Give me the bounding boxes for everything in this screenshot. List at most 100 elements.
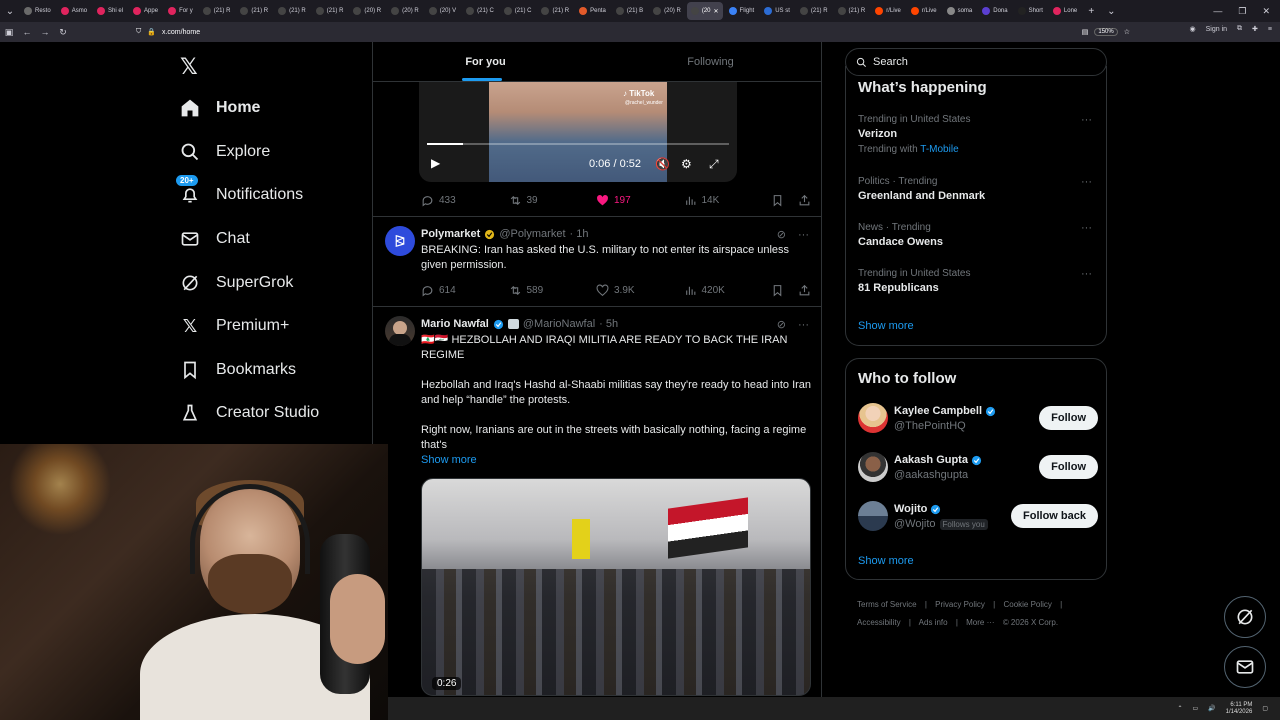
share-icon[interactable]	[798, 284, 811, 297]
puzzle-icon[interactable]: ✚	[1252, 25, 1258, 33]
browser-tab[interactable]: Asmo	[57, 2, 91, 20]
browser-tab[interactable]: US st	[760, 2, 794, 20]
show-more-link[interactable]: Show more	[421, 453, 813, 468]
repost-button[interactable]: 39	[509, 194, 597, 207]
close-icon[interactable]: ✕	[1262, 6, 1270, 17]
avatar[interactable]	[858, 452, 888, 482]
grok-fab-button[interactable]	[1224, 596, 1266, 638]
post-time[interactable]: · 5h	[599, 318, 618, 330]
browser-tab[interactable]: Dona	[978, 2, 1011, 20]
nav-item-home[interactable]: Home	[180, 96, 260, 120]
browser-tab[interactable]: Lone	[1049, 2, 1081, 20]
settings-icon[interactable]: ⚙	[681, 157, 692, 171]
footer-link[interactable]: Privacy Policy	[935, 600, 985, 609]
tab-overflow-icon[interactable]: ⌄	[1101, 6, 1121, 17]
account-icon[interactable]: ◉	[1190, 25, 1196, 33]
bookmark-icon[interactable]	[771, 284, 784, 297]
browser-tab[interactable]: Short	[1014, 2, 1047, 20]
grok-icon[interactable]: ⊘	[777, 318, 786, 331]
footer-link[interactable]: More ···	[966, 618, 994, 627]
nav-item-bookmarks[interactable]: Bookmarks	[180, 358, 296, 382]
avatar[interactable]	[858, 501, 888, 531]
address-bar[interactable]: ⛉ 🔒 x.com/home ▤ 150% ☆	[130, 25, 1130, 39]
author-name[interactable]: Polymarket	[421, 228, 480, 240]
browser-tab[interactable]: (21) R	[796, 2, 832, 20]
messages-fab-button[interactable]	[1224, 646, 1266, 688]
system-clock[interactable]: 6:11 PM 1/14/2026	[1226, 702, 1253, 716]
fullscreen-icon[interactable]: ⤢	[709, 157, 719, 172]
follow-suggestion[interactable]: Wojito @Wojito Follows you Follow back	[858, 501, 1098, 535]
play-icon[interactable]: ▶	[431, 156, 440, 170]
post-video[interactable]: 0:26	[421, 478, 811, 696]
footer-link[interactable]: Ads info	[919, 618, 948, 627]
star-icon[interactable]: ☆	[1124, 28, 1130, 36]
menu-icon[interactable]: ≡	[1268, 26, 1272, 33]
browser-tab[interactable]: (20 ✕	[686, 2, 723, 20]
more-options-icon[interactable]: ···	[1081, 222, 1092, 234]
like-button[interactable]: 3.9K	[596, 283, 684, 297]
browser-tab[interactable]: (21) R	[199, 2, 235, 20]
browser-tab[interactable]: Shi el	[93, 2, 127, 20]
browser-tab[interactable]: Penta	[575, 2, 610, 20]
new-tab-button[interactable]: +	[1081, 6, 1101, 17]
tab-for-you[interactable]: For you	[373, 42, 598, 81]
browser-tab[interactable]: (21) R	[834, 2, 870, 20]
like-button[interactable]: 197	[596, 194, 684, 207]
browser-tab[interactable]: (21) R	[312, 2, 348, 20]
browser-tab[interactable]: (21) R	[236, 2, 272, 20]
repost-button[interactable]: 589	[509, 284, 597, 297]
more-options-icon[interactable]: ···	[1081, 176, 1092, 188]
share-icon[interactable]	[798, 194, 811, 207]
more-options-icon[interactable]: ···	[1081, 114, 1092, 126]
browser-tab[interactable]: (21) R	[274, 2, 310, 20]
reader-icon[interactable]: ▤	[1082, 28, 1089, 36]
follow-back-button[interactable]: Follow back	[1011, 504, 1098, 528]
notification-center-icon[interactable]: ▢	[1262, 705, 1268, 712]
more-options-icon[interactable]: ···	[798, 319, 809, 331]
forward-icon[interactable]: →	[36, 27, 54, 37]
views-button[interactable]: 420K	[684, 284, 772, 297]
more-options-icon[interactable]: ···	[798, 229, 809, 241]
footer-link[interactable]: Accessibility	[857, 618, 901, 627]
browser-tab[interactable]: Flight	[725, 2, 759, 20]
grok-icon[interactable]: ⊘	[777, 228, 786, 241]
footer-link[interactable]: Terms of Service	[857, 600, 917, 609]
trend-item[interactable]: News · Trending Candace Owens ···	[858, 222, 1098, 248]
browser-tab[interactable]: (20) V	[425, 2, 460, 20]
browser-tab[interactable]: (21) R	[537, 2, 573, 20]
network-icon[interactable]: ▭	[1192, 705, 1198, 712]
reply-button[interactable]: 614	[421, 284, 509, 297]
bookmark-icon[interactable]	[771, 194, 784, 207]
follow-button[interactable]: Follow	[1039, 455, 1098, 479]
browser-tab[interactable]: (20) R	[349, 2, 385, 20]
browser-tab[interactable]: (21) B	[612, 2, 647, 20]
x-logo[interactable]: 𝕏	[180, 54, 198, 80]
reload-icon[interactable]: ↻	[54, 27, 72, 38]
volume-icon[interactable]: 🔊	[1208, 705, 1215, 712]
tiktok-video[interactable]: ♪ TikTok @rachel_wunder ▶ 0:06 / 0:52 🔇 …	[419, 82, 737, 182]
browser-tab[interactable]: For y	[164, 2, 197, 20]
trend-item[interactable]: Trending in United States 81 Republicans…	[858, 268, 1098, 294]
browser-tab[interactable]: r/Live	[907, 2, 941, 20]
maximize-icon[interactable]: ❐	[1238, 6, 1246, 17]
avatar[interactable]	[385, 226, 415, 256]
trend-item[interactable]: Politics · Trending Greenland and Denmar…	[858, 176, 1098, 202]
back-icon[interactable]: ←	[18, 27, 36, 37]
author-handle[interactable]: @Polymarket	[499, 228, 565, 240]
avatar[interactable]	[385, 316, 415, 346]
nav-item-creator-studio[interactable]: Creator Studio	[180, 401, 319, 425]
nav-item-chat[interactable]: Chat	[180, 227, 250, 251]
browser-tab[interactable]: r/Live	[871, 2, 905, 20]
nav-item-supergrok[interactable]: SuperGrok	[180, 271, 293, 295]
nav-item-notifications[interactable]: 20+ Notifications	[176, 175, 303, 207]
trend-item[interactable]: Trending in United States Verizon Trendi…	[858, 114, 1098, 155]
zoom-level[interactable]: 150%	[1094, 28, 1118, 36]
author-handle[interactable]: @MarioNawfal	[523, 318, 595, 330]
extensions-icon[interactable]: ⧉	[1237, 25, 1242, 33]
video-progress-bar[interactable]	[427, 143, 729, 145]
sign-in-link[interactable]: Sign in	[1206, 26, 1227, 33]
nav-item-premium[interactable]: 𝕏 Premium+	[180, 314, 290, 338]
tab-following[interactable]: Following	[598, 42, 821, 81]
browser-tab[interactable]: soma	[943, 2, 977, 20]
post-time[interactable]: · 1h	[570, 228, 589, 240]
